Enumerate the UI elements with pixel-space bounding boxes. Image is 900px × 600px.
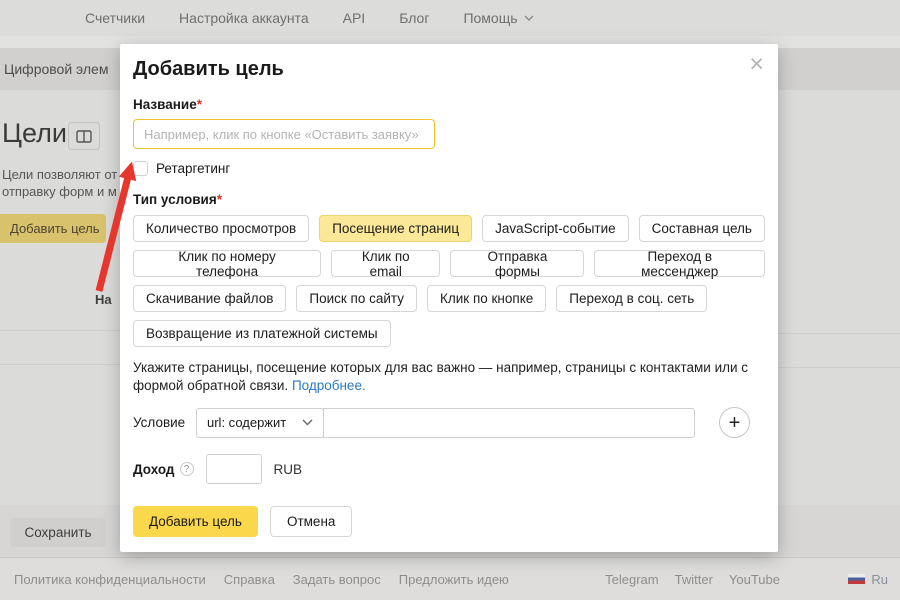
type-button-click-button[interactable]: Клик по кнопке	[427, 285, 546, 312]
book-icon	[76, 130, 92, 143]
save-button[interactable]: Сохранить	[10, 518, 106, 547]
condition-row: Условие url: содержит +	[133, 407, 765, 438]
footer: Политика конфиденциальности Справка Зада…	[0, 557, 900, 600]
type-phone-click-button[interactable]: Клик по номеру телефона	[133, 250, 321, 277]
footer-ask-question-link[interactable]: Задать вопрос	[293, 572, 381, 587]
footer-suggest-idea-link[interactable]: Предложить идею	[399, 572, 509, 587]
add-goal-submit-button[interactable]: Добавить цель	[133, 506, 258, 537]
revenue-label: Доход	[133, 462, 175, 477]
table-divider	[0, 364, 120, 365]
type-file-download-button[interactable]: Скачивание файлов	[133, 285, 286, 312]
goals-description-line2: отправку форм и м	[2, 183, 117, 200]
plus-icon: +	[729, 413, 741, 433]
cancel-button[interactable]: Отмена	[270, 506, 352, 537]
type-social-network-button[interactable]: Переход в соц. сеть	[556, 285, 707, 312]
table-header-name: На	[95, 292, 112, 307]
language-label: Ru	[871, 572, 888, 587]
nav-help-label: Помощь	[463, 10, 517, 26]
language-switcher[interactable]: Ru	[848, 558, 888, 600]
nav-api[interactable]: API	[343, 10, 366, 26]
footer-youtube-link[interactable]: YouTube	[729, 572, 780, 587]
goal-type-row: Возвращение из платежной системы	[133, 320, 765, 347]
chevron-down-icon	[302, 419, 313, 426]
type-email-click-button[interactable]: Клик по email	[331, 250, 440, 277]
name-field-label: Название*	[133, 97, 778, 112]
chevron-down-icon	[524, 15, 534, 21]
required-mark: *	[197, 97, 202, 112]
condition-operator-value: url: содержит	[207, 415, 286, 430]
type-messenger-button[interactable]: Переход в мессенджер	[594, 250, 765, 277]
type-site-search-button[interactable]: Поиск по сайту	[296, 285, 417, 312]
background-add-goal-button[interactable]: Добавить цель	[0, 214, 106, 243]
footer-twitter-link[interactable]: Twitter	[675, 572, 713, 587]
goals-description-line1: Цели позволяют от	[2, 166, 117, 183]
goals-description: Цели позволяют от отправку форм и м	[2, 166, 117, 200]
dialog-title: Добавить цель	[133, 58, 778, 81]
type-form-submit-button[interactable]: Отправка формы	[450, 250, 584, 277]
type-payment-return-button[interactable]: Возвращение из платежной системы	[133, 320, 391, 347]
table-divider	[778, 367, 900, 368]
dialog-actions: Добавить цель Отмена	[133, 506, 765, 537]
condition-operator-select[interactable]: url: содержит	[196, 408, 324, 438]
type-pageview-count-button[interactable]: Количество просмотров	[133, 215, 309, 242]
footer-help-link[interactable]: Справка	[224, 572, 275, 587]
footer-social-links: Telegram Twitter YouTube	[605, 572, 780, 587]
goal-name-input[interactable]	[133, 119, 435, 149]
condition-value-input[interactable]	[323, 408, 695, 438]
add-condition-button[interactable]: +	[719, 407, 750, 438]
condition-description-text: Укажите страницы, посещение которых для …	[133, 360, 748, 393]
help-question-icon[interactable]: ?	[180, 462, 194, 476]
type-composite-goal-button[interactable]: Составная цель	[639, 215, 765, 242]
page-title: Цели	[2, 118, 67, 149]
nav-counters[interactable]: Счетчики	[85, 10, 145, 26]
close-icon[interactable]: ×	[749, 52, 764, 77]
footer-telegram-link[interactable]: Telegram	[605, 572, 658, 587]
goal-type-row: Скачивание файлов Поиск по сайту Клик по…	[133, 285, 765, 312]
condition-description: Укажите страницы, посещение которых для …	[133, 359, 769, 395]
add-goal-dialog: Добавить цель × Название* Ретаргетинг Ти…	[120, 44, 778, 552]
type-page-visit-button[interactable]: Посещение страниц	[319, 215, 472, 242]
more-link[interactable]: Подробнее.	[292, 378, 366, 393]
revenue-row: Доход ? RUB	[133, 454, 765, 484]
condition-type-label-text: Тип условия	[133, 192, 217, 207]
goal-type-row: Количество просмотров Посещение страниц …	[133, 215, 765, 242]
retargeting-label: Ретаргетинг	[156, 161, 230, 176]
revenue-input[interactable]	[206, 454, 262, 484]
goal-type-buttons: Количество просмотров Посещение страниц …	[133, 215, 765, 347]
goals-docs-button[interactable]	[68, 122, 100, 150]
counter-name: Цифровой элем	[4, 61, 108, 77]
table-divider	[0, 330, 120, 331]
retargeting-row: Ретаргетинг	[133, 161, 778, 176]
nav-blog[interactable]: Блог	[399, 10, 429, 26]
name-label-text: Название	[133, 97, 197, 112]
nav-help[interactable]: Помощь	[463, 10, 533, 26]
top-nav: Счетчики Настройка аккаунта API Блог Пом…	[0, 0, 900, 36]
footer-privacy-link[interactable]: Политика конфиденциальности	[14, 572, 206, 587]
nav-account-settings[interactable]: Настройка аккаунта	[179, 10, 309, 26]
goal-type-row: Клик по номеру телефона Клик по email От…	[133, 250, 765, 277]
type-js-event-button[interactable]: JavaScript-событие	[482, 215, 629, 242]
currency-label: RUB	[274, 462, 303, 477]
condition-type-label: Тип условия*	[133, 192, 778, 207]
retargeting-checkbox[interactable]	[133, 161, 148, 176]
russia-flag-icon	[848, 574, 865, 584]
required-mark: *	[217, 192, 222, 207]
table-divider	[778, 333, 900, 334]
condition-label: Условие	[133, 415, 196, 430]
